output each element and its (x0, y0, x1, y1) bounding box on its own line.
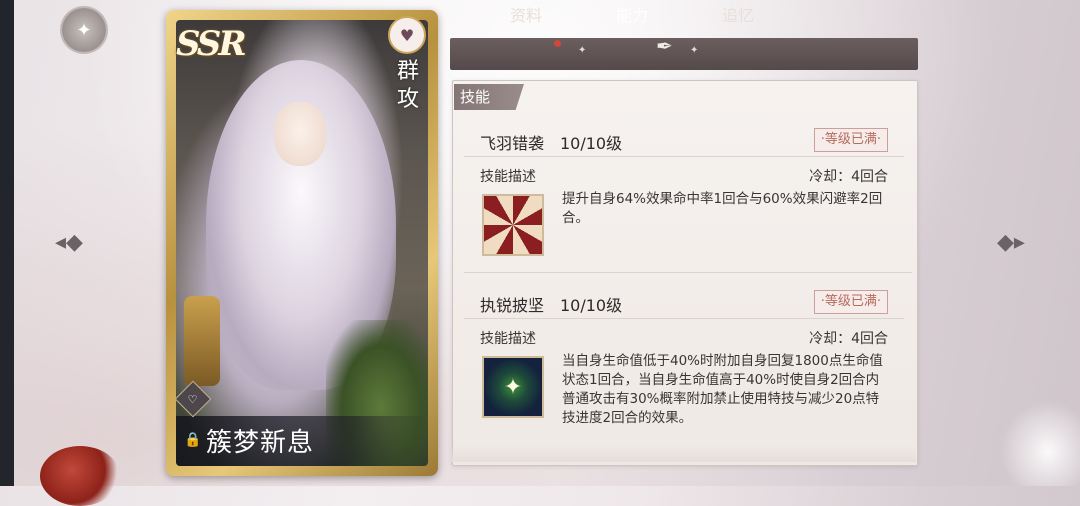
tab-profile[interactable]: 资料 (510, 0, 542, 32)
next-arrow-icon[interactable]: ◆▸ (994, 228, 1028, 256)
skill-desc-label: 技能描述 (480, 331, 536, 347)
level-max-badge: ·等级已满· (813, 128, 888, 152)
skill-description: 提升自身64%效果命中率1回合与60%效果闪避率2回合。 (562, 191, 883, 226)
red-swirl-skill-icon[interactable] (482, 194, 544, 256)
star-orb-skill-icon[interactable]: ✦ (482, 356, 544, 418)
role-tag: 群攻 (396, 59, 419, 112)
previous-arrow-icon[interactable]: ◂◆ (52, 228, 86, 256)
character-card[interactable]: ♡ 🔒 簇梦新息 SSR ♥ 群攻 (166, 10, 438, 476)
level-max-badge: ·等级已满· (813, 290, 888, 314)
skill-divider (464, 272, 912, 273)
skill-description: 当自身生命值低于40%时附加自身回复1800点生命值状态1回合，当自身生命值高于… (562, 353, 883, 426)
section-title: 技能 (454, 84, 524, 110)
card-art: ♡ 🔒 簇梦新息 (176, 20, 428, 466)
feather-pen-icon: ✒ (656, 34, 673, 58)
tab-separator-icon: ✦ (578, 45, 587, 56)
screen-edge (0, 0, 14, 486)
skill-cooldown: 冷却：4回合 (809, 169, 888, 185)
back-emblem-icon[interactable]: ✦ (62, 8, 106, 52)
card-name: 簇梦新息 (206, 428, 315, 458)
rose-decoration (40, 446, 120, 506)
butterfly-decoration (1000, 400, 1080, 486)
panel-bottom-fade (452, 446, 916, 462)
lock-icon[interactable]: 🔒 (184, 432, 201, 448)
tab-memory[interactable]: 追忆 (722, 0, 754, 32)
notification-dot (554, 40, 561, 47)
skill-name: 飞羽错袭 (480, 134, 545, 153)
lantern-art (184, 296, 220, 386)
character-face-art (274, 102, 326, 166)
skill-level: 10/10级 (560, 296, 623, 315)
skill-level: 10/10级 (560, 134, 623, 153)
skill-cooldown: 冷却：4回合 (809, 331, 888, 347)
rarity-label: SSR (176, 24, 247, 64)
tab-separator-icon: ✦ (690, 45, 699, 56)
divider (464, 318, 904, 319)
tab-bar (450, 38, 918, 70)
skill-desc-label: 技能描述 (480, 169, 536, 185)
favorite-heart-icon[interactable]: ♡ (176, 380, 212, 418)
heartbeat-icon[interactable]: ♥ (388, 16, 426, 54)
skill-name: 执锐披坚 (480, 296, 545, 315)
divider (464, 156, 904, 157)
tab-ability[interactable]: 能力 (616, 0, 648, 32)
